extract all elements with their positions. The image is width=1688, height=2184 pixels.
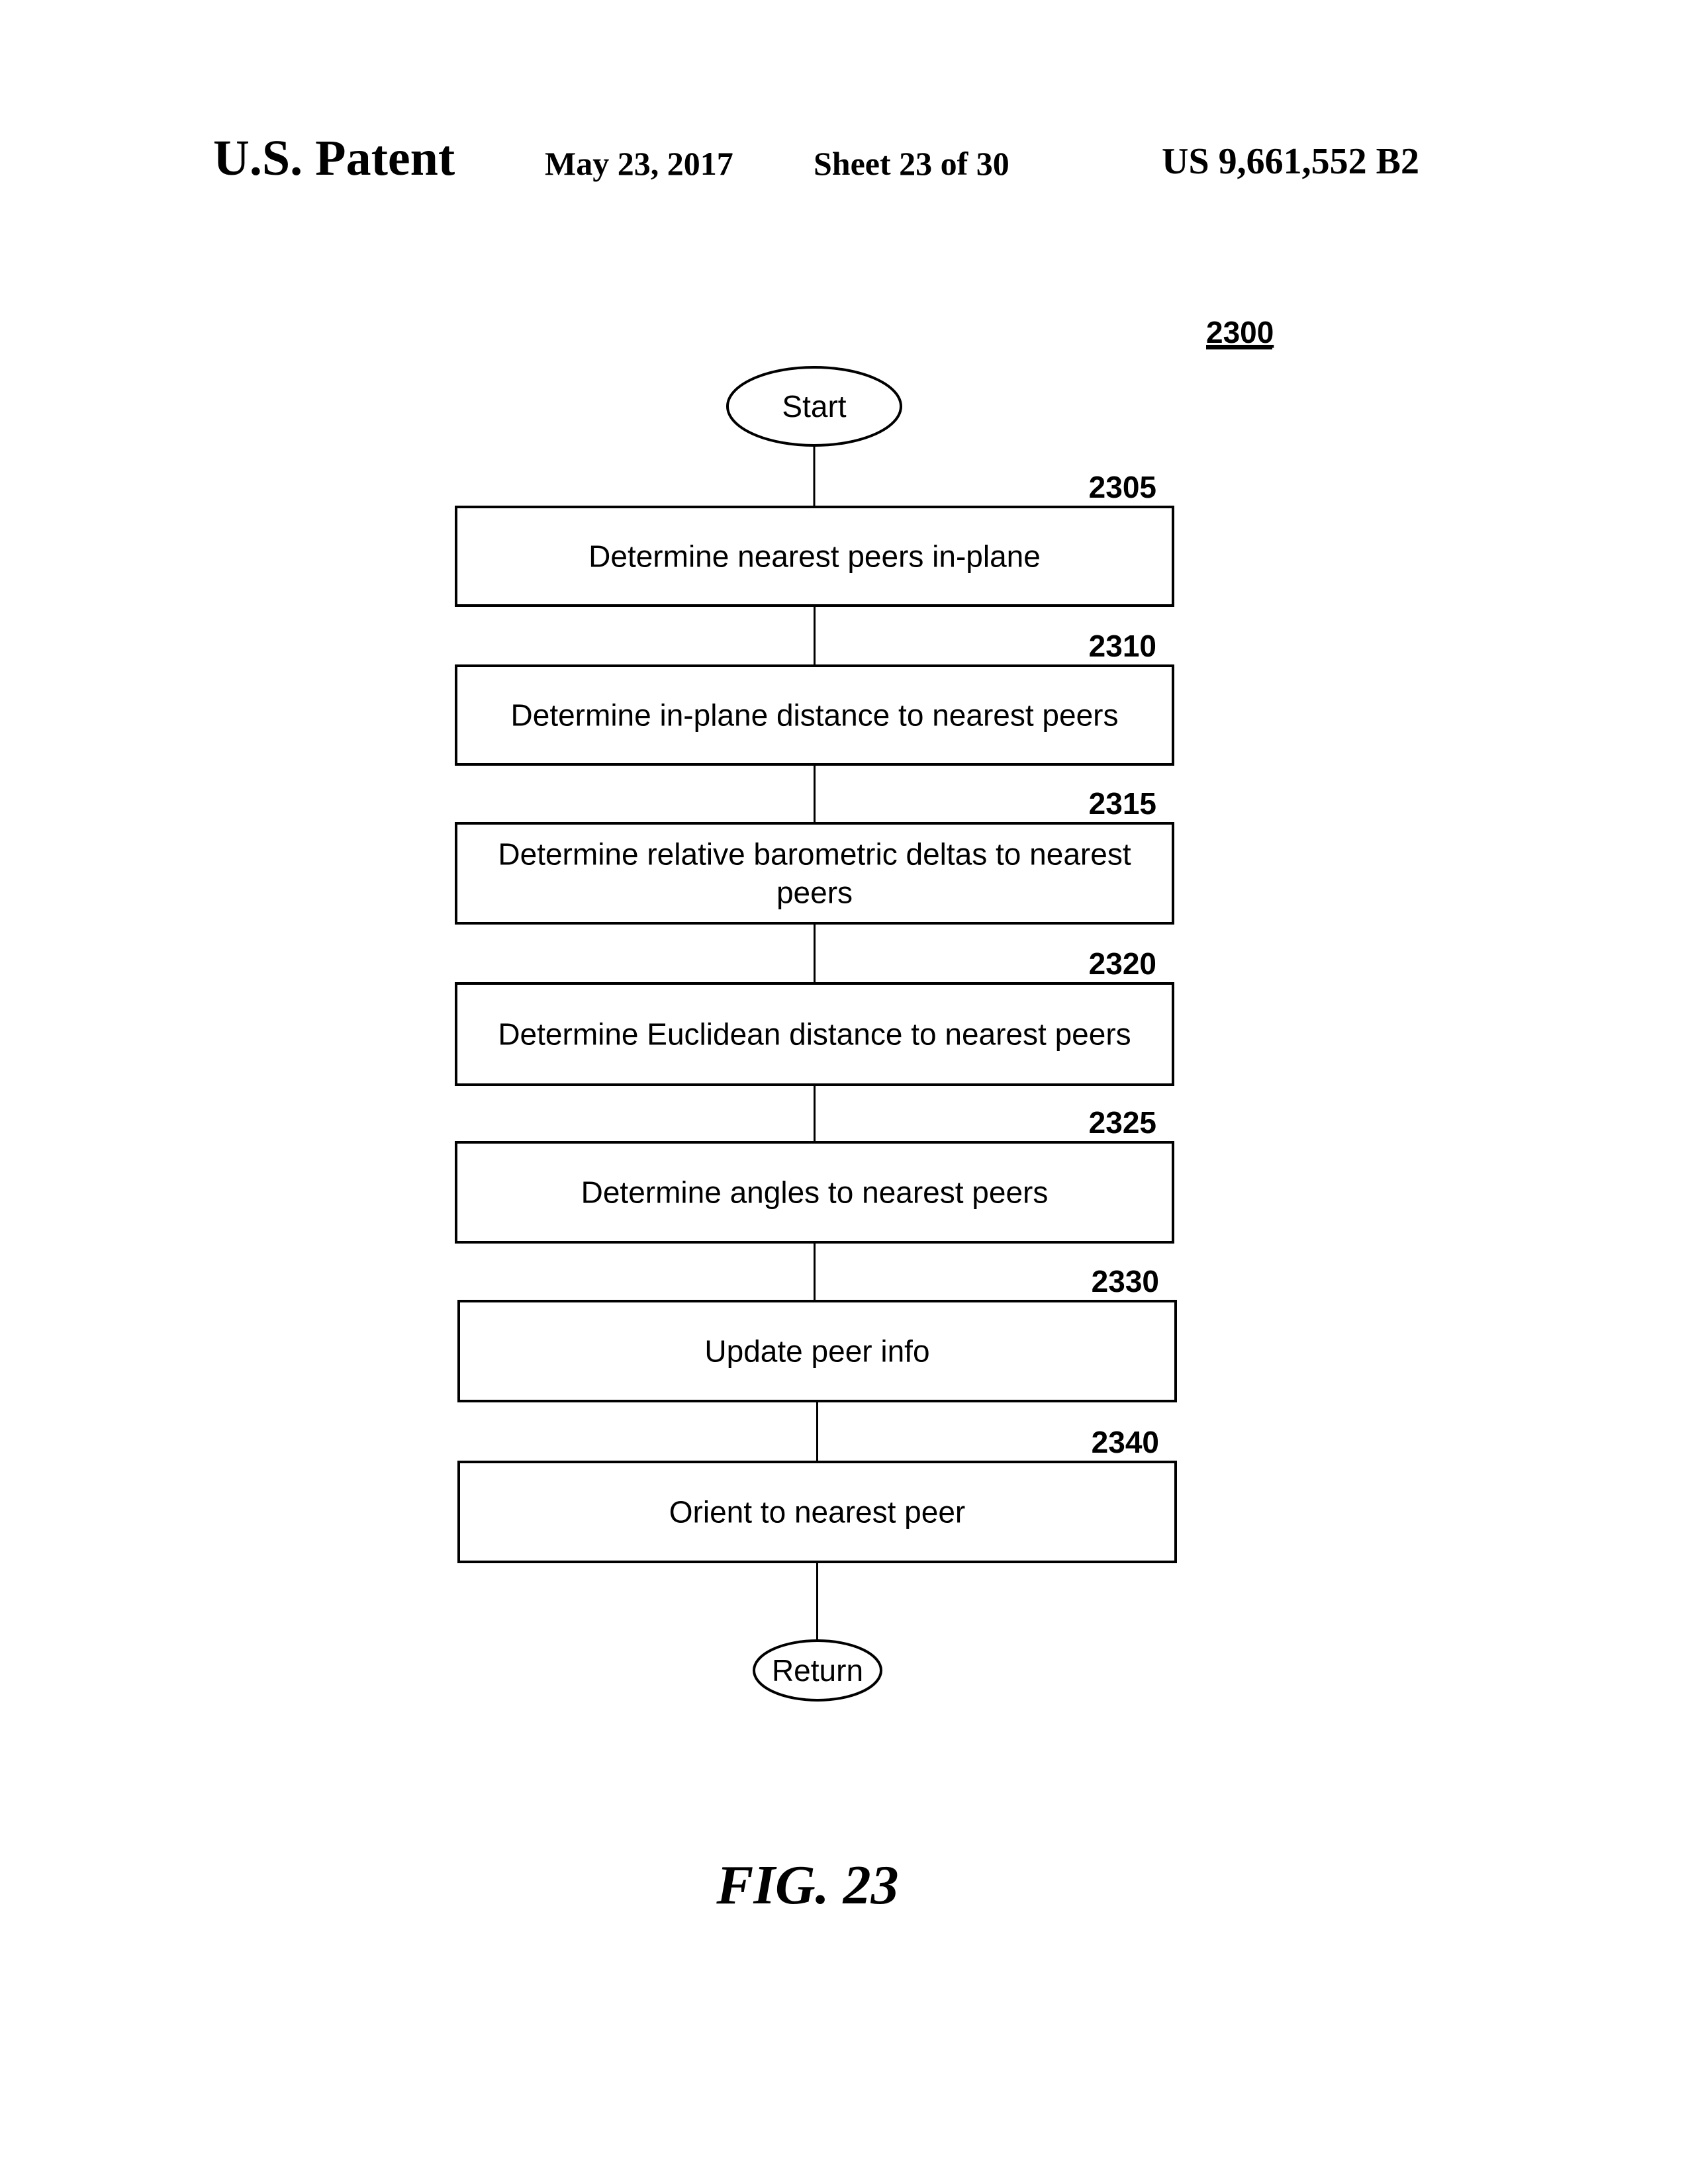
step-label: Determine angles to nearest peers — [581, 1175, 1049, 1210]
step-label: Determine relative barometric deltas to … — [498, 837, 1131, 872]
step-label: Determine in-plane distance to nearest p… — [511, 698, 1119, 733]
step-reference: 2315 — [1089, 786, 1156, 821]
return-terminal: Return — [753, 1639, 882, 1702]
process-step: 2330 Update peer info — [457, 1264, 1177, 1402]
step-label: Update peer info — [704, 1334, 929, 1369]
step-reference: 2325 — [1089, 1105, 1156, 1140]
step-label: Orient to nearest peer — [669, 1495, 965, 1529]
step-label: Determine Euclidean distance to nearest … — [498, 1017, 1131, 1052]
figure-reference: 2300 — [1206, 315, 1274, 349]
return-label: Return — [772, 1653, 863, 1688]
step-label: Determine nearest peers in-plane — [588, 539, 1041, 574]
step-reference: 2310 — [1089, 629, 1156, 663]
step-label: peers — [776, 876, 853, 910]
start-label: Start — [782, 389, 846, 424]
step-reference: 2320 — [1089, 946, 1156, 981]
start-terminal: Start — [726, 366, 902, 447]
figure-caption: FIG. 23 — [716, 1854, 899, 1916]
step-reference: 2305 — [1089, 470, 1156, 504]
step-reference: 2340 — [1092, 1425, 1159, 1459]
step-reference: 2330 — [1092, 1264, 1159, 1298]
